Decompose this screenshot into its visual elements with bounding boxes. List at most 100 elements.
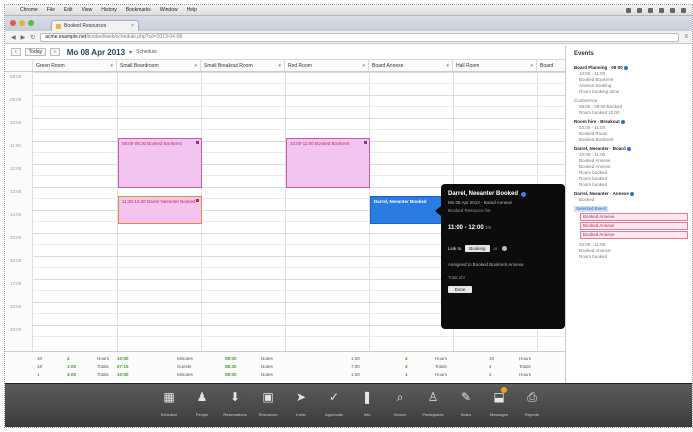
resource-column-header[interactable]: Board	[537, 60, 565, 71]
chevron-down-icon[interactable]: ▾	[278, 63, 284, 69]
popover-arrow	[435, 206, 441, 216]
toolbar-item-search[interactable]: ⌕ Search	[386, 390, 414, 417]
toolbar-item-resources[interactable]: ▣ Resources	[254, 390, 282, 417]
sidebar-event[interactable]: Board Planning · 09:00 10:00 - 11:00 Boo…	[574, 65, 688, 95]
sidebar-red-item[interactable]: Booked Annexe	[580, 231, 688, 239]
menu-bookmarks[interactable]: Bookmarks	[126, 7, 151, 13]
event-label: Darrel, Neeanter Booked	[374, 199, 427, 204]
bottom-toolbar: ▦ Schedule ♟ People ⬇ Reservations ▣ Resources ➤…	[5, 383, 692, 427]
toolbar-item-label: Schedule	[160, 412, 178, 417]
calendar-icon[interactable]: ▾	[129, 49, 132, 56]
current-date: Mo 08 Apr 2013	[66, 47, 126, 57]
resource-column-header[interactable]: Small Boardroom ▾	[117, 60, 201, 71]
chevron-down-icon[interactable]: ▾	[110, 63, 116, 69]
option-icon[interactable]	[501, 246, 507, 251]
forward-icon[interactable]: ▶	[21, 34, 26, 41]
chevron-down-icon[interactable]: ▾	[446, 63, 452, 69]
browser-tab[interactable]: Booked Resources ×	[51, 20, 139, 31]
toolbar-item-schedule[interactable]: ▦ Schedule	[155, 390, 183, 417]
address-bar[interactable]: acme.example.net /booked/web/schedule.ph…	[40, 32, 680, 42]
menu-icon[interactable]: ≡	[684, 34, 688, 40]
status-icon[interactable]	[637, 7, 642, 13]
reload-icon[interactable]: ↻	[30, 34, 35, 41]
toolbar-item-people[interactable]: ♟ People	[188, 390, 216, 417]
popover-duration: 1hr	[484, 225, 492, 230]
menu-edit[interactable]: Edit	[64, 7, 73, 13]
toolbar-item-reports[interactable]: ⎙ Reports	[518, 390, 546, 417]
next-day-button[interactable]: ›	[50, 48, 60, 56]
sidebar-event[interactable]: 10:00 - 11:00 Booked Annexe Room booked	[574, 242, 688, 260]
toolbar-item-reservations[interactable]: ⬇ Reservations	[221, 390, 249, 417]
sidebar-event[interactable]: Darrel, Neeanter · Board 10:00 - 11:00 B…	[574, 146, 688, 188]
status-icon[interactable]	[648, 7, 653, 13]
sidebar-event[interactable]: Conference 08:00 - 09:00 Booked Room boo…	[574, 98, 688, 116]
status-dot-icon	[627, 146, 632, 151]
menu-history[interactable]: History	[101, 7, 117, 13]
time-label: 12:00	[10, 166, 22, 171]
popover-done-button[interactable]: Done	[448, 286, 472, 293]
chevron-down-icon[interactable]: ▾	[194, 63, 200, 69]
status-icon[interactable]	[670, 7, 675, 13]
reservation-event[interactable]: 08:00-09:30 Booked Bookrent	[118, 138, 202, 188]
favicon-icon	[56, 23, 61, 29]
status-icon[interactable]	[681, 7, 686, 13]
menu-view[interactable]: View	[81, 7, 92, 13]
prev-day-button[interactable]: ‹	[11, 48, 21, 56]
sidebar-highlight[interactable]: Selected Event	[574, 206, 609, 212]
event-handle-icon[interactable]	[196, 199, 199, 202]
menu-window[interactable]: Window	[160, 7, 178, 13]
resource-column-header[interactable]: Board Annexe ▾	[369, 60, 453, 71]
sidebar-red-item[interactable]: Booked Annexe	[580, 213, 688, 221]
popover-title-text: Darrel, Neeanter Booked	[448, 191, 519, 197]
status-icon[interactable]	[659, 7, 664, 13]
chevron-down-icon[interactable]: ▾	[530, 63, 536, 69]
resource-column-header[interactable]: Red Room ▾	[285, 60, 369, 71]
status-icon[interactable]	[626, 7, 631, 13]
menu-file[interactable]: File	[47, 7, 55, 13]
menu-help[interactable]: Help	[187, 7, 197, 13]
event-handle-icon[interactable]	[364, 141, 367, 144]
toolbar-item-notes[interactable]: ✎ Notes	[452, 390, 480, 417]
back-icon[interactable]: ◀	[11, 34, 16, 41]
toolbar-item-label: Invite	[296, 412, 306, 417]
resource-column-header[interactable]: Green Room ▾	[33, 60, 117, 71]
selected-reservation-event[interactable]: Darrel, Neeanter Booked	[370, 196, 442, 224]
totals-cell: Totals	[435, 364, 447, 369]
event-handle-icon[interactable]	[196, 141, 199, 144]
totals-cell: 07:15	[117, 364, 129, 369]
close-window-icon[interactable]	[10, 20, 16, 26]
close-tab-icon[interactable]: ×	[131, 23, 134, 29]
sidebar-event-line: Room booking done	[579, 89, 620, 94]
menu-app[interactable]: Chrome	[20, 7, 38, 13]
resource-column-header[interactable]: Small Breakout Room ▾	[201, 60, 285, 71]
popover-or: or	[493, 246, 498, 251]
info-icon[interactable]	[521, 191, 527, 197]
system-menu-bar: Chrome File Edit View History Bookmarks …	[5, 5, 692, 16]
reservation-event[interactable]: 10:00-11:00 Booked Bookrent	[286, 138, 370, 188]
sidebar-event[interactable]: Darrel, Neeanter · Annexe Booked	[574, 191, 688, 203]
reservation-event[interactable]: 11:30-12:30 Darrel Neeanter Booked	[118, 196, 202, 224]
totals-cell: 18	[37, 364, 43, 369]
sidebar-event[interactable]: Room hire · Breakout 10:00 - 11:00 Booke…	[574, 119, 688, 143]
schedule-selector[interactable]: Schedule	[136, 49, 157, 55]
popover-select[interactable]: Booking	[465, 245, 490, 252]
sidebar-red-item[interactable]: Booked Annexe	[580, 222, 688, 230]
today-button[interactable]: Today	[24, 48, 47, 56]
search-icon: ⌕	[396, 390, 404, 404]
toolbar-item-approvals[interactable]: ✓ Approvals	[320, 390, 348, 417]
totals-cell: Minutes	[177, 356, 193, 361]
toolbar-item-label: Search	[393, 412, 407, 417]
chevron-down-icon[interactable]: ▾	[362, 63, 368, 69]
screenshot-frame: Chrome File Edit View History Bookmarks …	[4, 4, 693, 428]
resource-column-header[interactable]: Hall Room ▾	[453, 60, 537, 71]
resource-name: Small Boardroom	[120, 62, 159, 69]
toolbar-item-messages[interactable]: ⬓ Messages	[485, 387, 513, 417]
sidebar-title: Events	[574, 51, 594, 57]
zoom-window-icon[interactable]	[28, 20, 34, 26]
toolbar-item-info[interactable]: ❚ Info	[353, 390, 381, 417]
toolbar-item-participants[interactable]: ♙ Participants	[419, 390, 447, 417]
totals-panel: 10 4 Hours 10:00 Minutes 08:00 Notes 1.00 4 Hours…	[5, 351, 565, 381]
minimize-window-icon[interactable]	[19, 20, 25, 26]
sidebar-selected-group[interactable]: Selected Event Booked Annexe Booked Anne…	[574, 206, 688, 239]
toolbar-item-invite[interactable]: ➤ Invite	[287, 390, 315, 417]
